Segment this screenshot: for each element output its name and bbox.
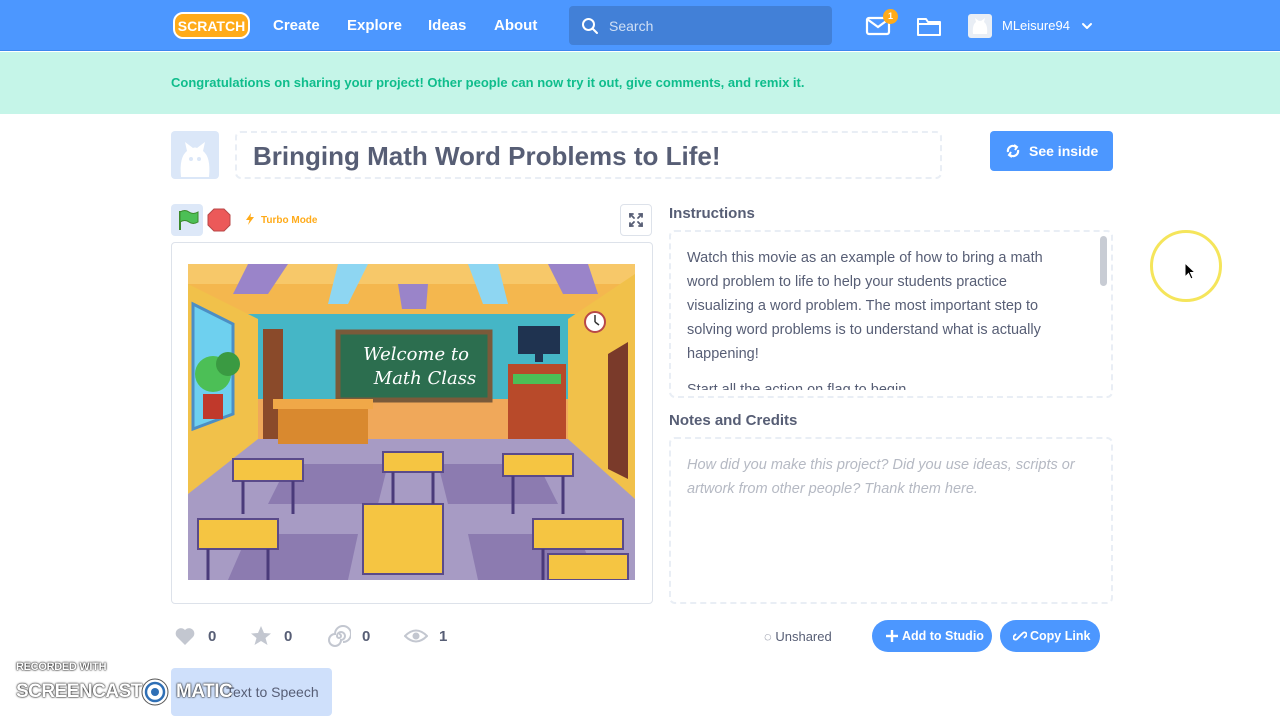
watermark-line-1: RECORDED WITH: [16, 661, 107, 673]
logo-text: SCRATCH: [178, 18, 245, 34]
cat-avatar-icon: [180, 142, 210, 177]
copy-link-button[interactable]: Copy Link: [1000, 620, 1100, 652]
unshared-status: ◌ Unshared: [764, 629, 832, 644]
views-count: 1: [439, 628, 448, 645]
love-count: 0: [208, 628, 217, 645]
avatar-cat-icon: [972, 18, 988, 34]
chalkboard-line-2: Math Class: [373, 368, 476, 389]
green-flag-button[interactable]: [171, 204, 203, 236]
project-stage[interactable]: Welcome to Math Class: [188, 264, 635, 580]
project-author-avatar[interactable]: [171, 131, 219, 179]
see-inside-label: See inside: [1029, 143, 1099, 159]
message-count-badge: 1: [883, 9, 898, 24]
turbo-label: Turbo Mode: [261, 215, 318, 226]
chalkboard-line-1: Welcome to: [363, 344, 469, 365]
plus-icon: [886, 630, 898, 642]
see-inside-button[interactable]: See inside: [990, 131, 1113, 171]
nav-ideas[interactable]: Ideas: [428, 0, 466, 51]
username[interactable]: MLeisure94: [1002, 0, 1070, 51]
record-circle-icon: [141, 678, 169, 706]
search-icon: [582, 18, 598, 34]
notes-placeholder: How did you make this project? Did you u…: [687, 457, 1075, 497]
scratch-logo[interactable]: SCRATCH: [173, 12, 250, 39]
unshared-label: Unshared: [775, 629, 832, 644]
nav-create[interactable]: Create: [273, 0, 320, 51]
unshared-icon: ◌: [764, 629, 776, 644]
fullscreen-icon: [629, 213, 643, 227]
mouse-cursor-icon: [1184, 262, 1196, 280]
share-success-banner: Congratulations on sharing your project!…: [0, 52, 1280, 114]
screencast-watermark: RECORDED WITH SCREENCAST MATIC: [16, 661, 246, 711]
heart-icon: [175, 628, 195, 645]
link-icon: [1013, 631, 1027, 641]
remix-spiral-icon: [328, 625, 351, 647]
my-stuff-folder-icon[interactable]: [916, 14, 942, 38]
nav-about[interactable]: About: [494, 0, 537, 51]
nav-explore[interactable]: Explore: [347, 0, 402, 51]
watermark-brand-b: MATIC: [176, 681, 233, 702]
banner-message: Congratulations on sharing your project!…: [171, 75, 805, 90]
instructions-text-overflow: Start all the action on flag to begin: [687, 382, 907, 390]
watermark-brand-a: SCREENCAST: [16, 681, 142, 702]
green-flag-icon: [179, 210, 199, 230]
copy-link-label: Copy Link: [1030, 629, 1091, 643]
top-nav: SCRATCH Create Explore Ideas About 1 MLe…: [0, 0, 1280, 51]
classroom-scene: Welcome to Math Class: [188, 264, 635, 580]
turbo-mode-indicator: Turbo Mode: [245, 213, 317, 226]
notes-heading: Notes and Credits: [669, 412, 798, 429]
stop-button[interactable]: [207, 208, 231, 232]
project-title: Bringing Math Word Problems to Life!: [253, 141, 721, 171]
search-bar: [569, 6, 832, 45]
project-title-field[interactable]: Bringing Math Word Problems to Life!: [235, 131, 942, 179]
favorite-count: 0: [284, 628, 293, 645]
eye-icon: [404, 629, 428, 643]
fullscreen-button[interactable]: [620, 204, 652, 236]
chevron-down-icon[interactable]: [1081, 20, 1093, 32]
remix-arrows-icon: [1006, 144, 1020, 158]
instructions-heading: Instructions: [669, 205, 755, 222]
remix-count: 0: [362, 628, 371, 645]
user-avatar[interactable]: [968, 14, 992, 38]
add-to-studio-button[interactable]: Add to Studio: [872, 620, 992, 652]
instructions-text: Watch this movie as an example of how to…: [687, 250, 1043, 362]
notes-credits-field[interactable]: How did you make this project? Did you u…: [669, 437, 1113, 604]
lightning-icon: [246, 213, 254, 225]
instructions-field[interactable]: Watch this movie as an example of how to…: [669, 230, 1113, 398]
instructions-scrollbar[interactable]: [1100, 236, 1107, 286]
star-icon: [251, 626, 271, 645]
add-to-studio-label: Add to Studio: [902, 629, 984, 643]
search-input[interactable]: [609, 6, 824, 45]
